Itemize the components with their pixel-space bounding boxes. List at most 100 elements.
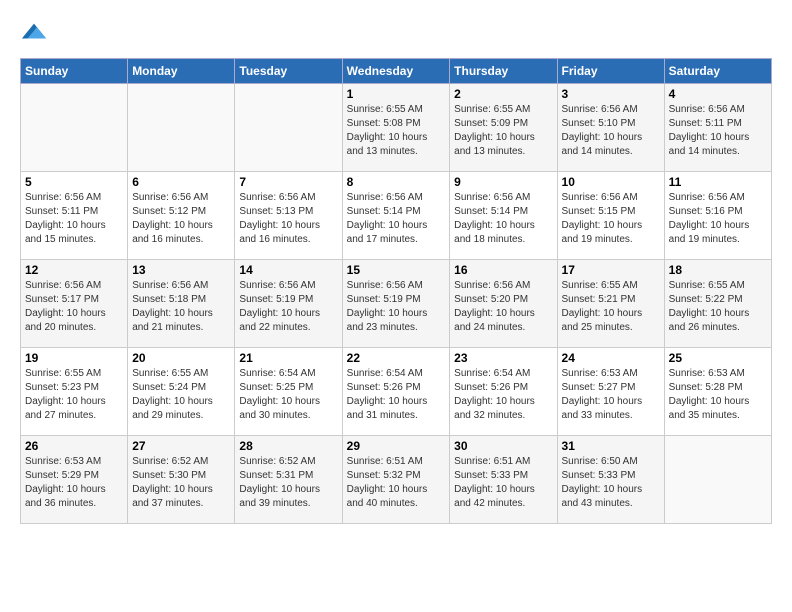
- day-cell-24: 24 Sunrise: 6:53 AMSunset: 5:27 PMDayligh…: [557, 348, 664, 436]
- day-info: Sunrise: 6:56 AMSunset: 5:14 PMDaylight:…: [454, 191, 552, 247]
- day-cell-26: 26Sunrise: 6:53 AMSunset: 5:29 PMDayligh…: [21, 436, 128, 524]
- day-number: 12: [25, 263, 123, 277]
- day-cell-16: 16 Sunrise: 6:56 AMSunset: 5:20 PMDayligh…: [450, 260, 557, 348]
- day-info: Sunrise: 6:56 AMSunset: 5:12 PMDaylight:…: [132, 191, 230, 247]
- day-cell-29: 29 Sunrise: 6:51 AMSunset: 5:32 PMDayligh…: [342, 436, 450, 524]
- logo: [20, 20, 50, 48]
- day-cell-28: 28 Sunrise: 6:52 AMSunset: 5:31 PMDayligh…: [235, 436, 342, 524]
- day-number: 8: [347, 175, 446, 189]
- day-cell-9: 9 Sunrise: 6:56 AMSunset: 5:14 PMDaylight…: [450, 172, 557, 260]
- day-cell-25: 25 Sunrise: 6:53 AMSunset: 5:28 PMDayligh…: [664, 348, 771, 436]
- day-info: Sunrise: 6:53 AMSunset: 5:28 PMDaylight:…: [669, 367, 767, 423]
- weekday-header-thursday: Thursday: [450, 59, 557, 84]
- day-info: Sunrise: 6:55 AMSunset: 5:08 PMDaylight:…: [347, 103, 446, 159]
- calendar-table: SundayMondayTuesdayWednesdayThursdayFrid…: [20, 58, 772, 524]
- day-cell-27: 27 Sunrise: 6:52 AMSunset: 5:30 PMDayligh…: [128, 436, 235, 524]
- day-number: 20: [132, 351, 230, 365]
- weekday-header-sunday: Sunday: [21, 59, 128, 84]
- day-number: 25: [669, 351, 767, 365]
- day-info: Sunrise: 6:52 AMSunset: 5:31 PMDaylight:…: [239, 455, 337, 511]
- day-number: 1: [347, 87, 446, 101]
- day-number: 16: [454, 263, 552, 277]
- day-cell-22: 22Sunrise: 6:54 AMSunset: 5:26 PMDayligh…: [342, 348, 450, 436]
- day-info: Sunrise: 6:56 AMSunset: 5:19 PMDaylight:…: [239, 279, 337, 335]
- day-info: Sunrise: 6:56 AMSunset: 5:11 PMDaylight:…: [669, 103, 767, 159]
- day-cell-13: 13 Sunrise: 6:56 AMSunset: 5:18 PMDayligh…: [128, 260, 235, 348]
- day-info: Sunrise: 6:56 AMSunset: 5:15 PMDaylight:…: [562, 191, 660, 247]
- day-cell-21: 21 Sunrise: 6:54 AMSunset: 5:25 PMDayligh…: [235, 348, 342, 436]
- weekday-header-monday: Monday: [128, 59, 235, 84]
- day-number: 28: [239, 439, 337, 453]
- logo-icon: [20, 18, 48, 46]
- day-number: 9: [454, 175, 552, 189]
- day-cell-3: 3 Sunrise: 6:56 AMSunset: 5:10 PMDaylight…: [557, 84, 664, 172]
- weekday-header-wednesday: Wednesday: [342, 59, 450, 84]
- day-number: 6: [132, 175, 230, 189]
- day-info: Sunrise: 6:54 AMSunset: 5:25 PMDaylight:…: [239, 367, 337, 423]
- day-number: 19: [25, 351, 123, 365]
- day-info: Sunrise: 6:51 AMSunset: 5:32 PMDaylight:…: [347, 455, 446, 511]
- day-number: 15: [347, 263, 446, 277]
- day-info: Sunrise: 6:56 AMSunset: 5:20 PMDaylight:…: [454, 279, 552, 335]
- day-cell-2: 2 Sunrise: 6:55 AMSunset: 5:09 PMDaylight…: [450, 84, 557, 172]
- week-row-3: 12 Sunrise: 6:56 AMSunset: 5:17 PMDayligh…: [21, 260, 772, 348]
- day-info: Sunrise: 6:56 AMSunset: 5:18 PMDaylight:…: [132, 279, 230, 335]
- day-info: Sunrise: 6:54 AMSunset: 5:26 PMDaylight:…: [347, 367, 446, 423]
- day-info: Sunrise: 6:56 AMSunset: 5:16 PMDaylight:…: [669, 191, 767, 247]
- day-info: Sunrise: 6:53 AMSunset: 5:27 PMDaylight:…: [562, 367, 660, 423]
- day-cell-1: 1 Sunrise: 6:55 AMSunset: 5:08 PMDaylight…: [342, 84, 450, 172]
- day-number: 27: [132, 439, 230, 453]
- day-number: 5: [25, 175, 123, 189]
- day-info: Sunrise: 6:53 AMSunset: 5:29 PMDaylight:…: [25, 455, 123, 511]
- day-number: 13: [132, 263, 230, 277]
- day-cell-14: 14 Sunrise: 6:56 AMSunset: 5:19 PMDayligh…: [235, 260, 342, 348]
- day-number: 2: [454, 87, 552, 101]
- day-number: 7: [239, 175, 337, 189]
- day-info: Sunrise: 6:55 AMSunset: 5:24 PMDaylight:…: [132, 367, 230, 423]
- day-number: 4: [669, 87, 767, 101]
- weekday-header-row: SundayMondayTuesdayWednesdayThursdayFrid…: [21, 59, 772, 84]
- empty-cell: [21, 84, 128, 172]
- page-header: [20, 20, 772, 48]
- day-cell-4: 4 Sunrise: 6:56 AMSunset: 5:11 PMDaylight…: [664, 84, 771, 172]
- day-info: Sunrise: 6:51 AMSunset: 5:33 PMDaylight:…: [454, 455, 552, 511]
- day-cell-19: 19 Sunrise: 6:55 AMSunset: 5:23 PMDayligh…: [21, 348, 128, 436]
- day-number: 3: [562, 87, 660, 101]
- day-info: Sunrise: 6:56 AMSunset: 5:19 PMDaylight:…: [347, 279, 446, 335]
- day-cell-6: 6 Sunrise: 6:56 AMSunset: 5:12 PMDaylight…: [128, 172, 235, 260]
- day-cell-17: 17Sunrise: 6:55 AMSunset: 5:21 PMDayligh…: [557, 260, 664, 348]
- day-cell-10: 10Sunrise: 6:56 AMSunset: 5:15 PMDayligh…: [557, 172, 664, 260]
- weekday-header-saturday: Saturday: [664, 59, 771, 84]
- day-number: 17: [562, 263, 660, 277]
- week-row-1: 1 Sunrise: 6:55 AMSunset: 5:08 PMDaylight…: [21, 84, 772, 172]
- day-info: Sunrise: 6:55 AMSunset: 5:22 PMDaylight:…: [669, 279, 767, 335]
- day-number: 24: [562, 351, 660, 365]
- day-info: Sunrise: 6:55 AMSunset: 5:23 PMDaylight:…: [25, 367, 123, 423]
- day-info: Sunrise: 6:55 AMSunset: 5:09 PMDaylight:…: [454, 103, 552, 159]
- day-info: Sunrise: 6:56 AMSunset: 5:10 PMDaylight:…: [562, 103, 660, 159]
- empty-cell: [235, 84, 342, 172]
- day-cell-18: 18Sunrise: 6:55 AMSunset: 5:22 PMDayligh…: [664, 260, 771, 348]
- day-cell-11: 11 Sunrise: 6:56 AMSunset: 5:16 PMDayligh…: [664, 172, 771, 260]
- empty-cell: [664, 436, 771, 524]
- day-info: Sunrise: 6:52 AMSunset: 5:30 PMDaylight:…: [132, 455, 230, 511]
- empty-cell: [128, 84, 235, 172]
- day-cell-30: 30Sunrise: 6:51 AMSunset: 5:33 PMDayligh…: [450, 436, 557, 524]
- day-info: Sunrise: 6:56 AMSunset: 5:11 PMDaylight:…: [25, 191, 123, 247]
- day-cell-7: 7Sunrise: 6:56 AMSunset: 5:13 PMDaylight…: [235, 172, 342, 260]
- day-info: Sunrise: 6:56 AMSunset: 5:17 PMDaylight:…: [25, 279, 123, 335]
- day-cell-23: 23 Sunrise: 6:54 AMSunset: 5:26 PMDayligh…: [450, 348, 557, 436]
- week-row-2: 5 Sunrise: 6:56 AMSunset: 5:11 PMDaylight…: [21, 172, 772, 260]
- day-cell-12: 12 Sunrise: 6:56 AMSunset: 5:17 PMDayligh…: [21, 260, 128, 348]
- weekday-header-tuesday: Tuesday: [235, 59, 342, 84]
- day-number: 14: [239, 263, 337, 277]
- day-number: 21: [239, 351, 337, 365]
- day-number: 11: [669, 175, 767, 189]
- day-number: 23: [454, 351, 552, 365]
- day-cell-20: 20 Sunrise: 6:55 AMSunset: 5:24 PMDayligh…: [128, 348, 235, 436]
- week-row-4: 19 Sunrise: 6:55 AMSunset: 5:23 PMDayligh…: [21, 348, 772, 436]
- day-number: 29: [347, 439, 446, 453]
- day-info: Sunrise: 6:54 AMSunset: 5:26 PMDaylight:…: [454, 367, 552, 423]
- weekday-header-friday: Friday: [557, 59, 664, 84]
- day-number: 31: [562, 439, 660, 453]
